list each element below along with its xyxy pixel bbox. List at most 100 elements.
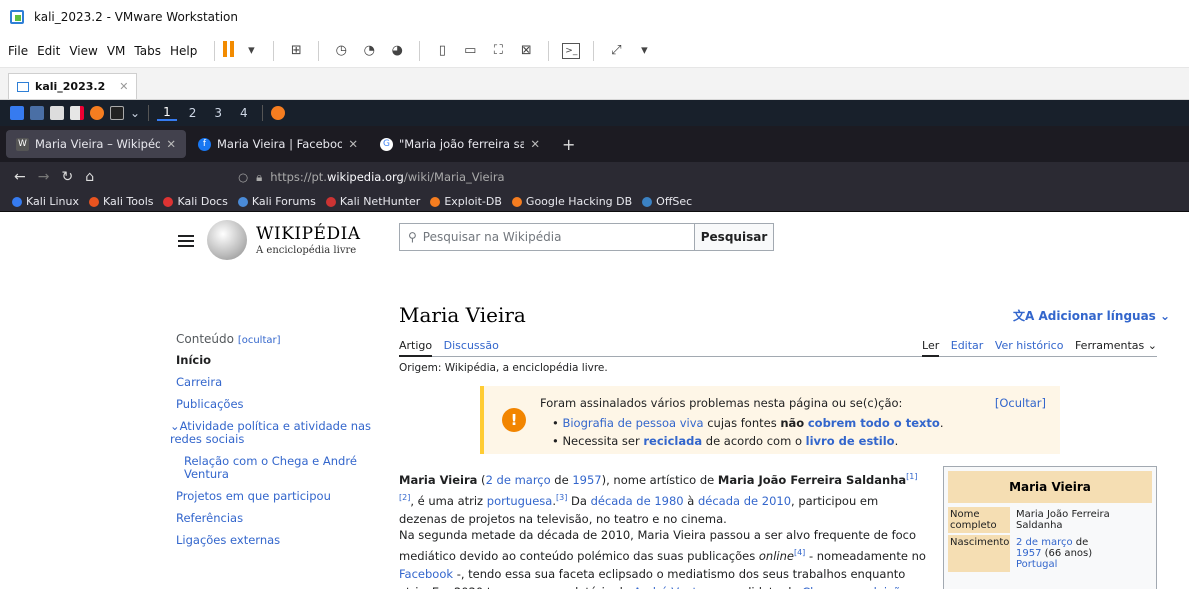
- text-editor-icon[interactable]: [70, 106, 84, 120]
- notice-title: Foram assinalados vários problemas nesta…: [540, 396, 903, 410]
- console-icon[interactable]: >_: [562, 42, 581, 59]
- bookmark-kali-nethunter[interactable]: Kali NetHunter: [325, 195, 420, 208]
- bookmark-offsec[interactable]: OffSec: [642, 195, 692, 208]
- pause-icon[interactable]: [223, 41, 237, 60]
- toc-header: Conteúdo [ocultar]: [176, 332, 281, 346]
- firefox-icon[interactable]: [90, 106, 104, 120]
- notice-item: • Necessita ser reciclada de acordo com …: [552, 434, 899, 448]
- main-menu-icon[interactable]: [178, 240, 194, 242]
- firefox-window-icon[interactable]: [270, 106, 285, 120]
- vmware-tab-strip: kali_2023.2 ✕: [0, 68, 1189, 100]
- tab-history[interactable]: Ver histórico: [995, 339, 1064, 352]
- sidebar-icon[interactable]: ▯: [433, 43, 451, 59]
- tab-title: Maria Vieira – Wikipédia, a: [35, 137, 161, 151]
- bookmark-kali-linux[interactable]: Kali Linux: [12, 195, 79, 208]
- lock-icon[interactable]: 🔒︎: [256, 170, 262, 185]
- toc-item[interactable]: Carreira: [176, 376, 376, 389]
- tab-title: Maria Vieira | Facebook: [217, 137, 343, 151]
- new-tab-icon[interactable]: +: [552, 135, 585, 154]
- bookmark-exploit-db[interactable]: Exploit-DB: [430, 195, 502, 208]
- infobox-value: 2 de março de 1957 (66 anos) Portugal: [1016, 537, 1093, 570]
- terminal-icon[interactable]: [110, 106, 124, 120]
- fullscreen-icon[interactable]: ⛶: [489, 43, 507, 59]
- divider: [214, 40, 216, 61]
- browser-tab-facebook[interactable]: f Maria Vieira | Facebook ✕: [188, 130, 368, 158]
- menu-help[interactable]: Help: [170, 44, 197, 58]
- page-title: Maria Vieira: [399, 303, 526, 327]
- toc-hide-link[interactable]: [ocultar]: [238, 335, 281, 346]
- divider: [261, 105, 263, 121]
- menu-view[interactable]: View: [69, 44, 97, 58]
- workspace-1[interactable]: 1: [157, 105, 177, 121]
- close-icon[interactable]: ✕: [119, 80, 128, 93]
- bookmark-kali-tools[interactable]: Kali Tools: [89, 195, 153, 208]
- forward-icon[interactable]: →: [38, 169, 50, 185]
- search-button[interactable]: Pesquisar: [694, 223, 774, 251]
- chevron-down-icon[interactable]: ⌄: [130, 106, 140, 120]
- bookmark-kali-forums[interactable]: Kali Forums: [237, 195, 316, 208]
- workspace-2[interactable]: 2: [183, 106, 203, 120]
- toc-subitem[interactable]: Relação com o Chega e André Ventura: [184, 455, 376, 481]
- notice-item: • Biografia de pessoa viva cujas fontes …: [552, 416, 944, 430]
- menu-tabs[interactable]: Tabs: [134, 44, 161, 58]
- tab-edit[interactable]: Editar: [951, 339, 984, 352]
- search-input[interactable]: ⚲ Pesquisar na Wikipédia: [399, 223, 695, 251]
- reload-icon[interactable]: ↻: [61, 169, 73, 185]
- toc-item-expandable[interactable]: ⌄Atividade política e atividade nas rede…: [170, 420, 376, 446]
- unity-icon[interactable]: ⊠: [517, 43, 535, 59]
- wikipedia-favicon-icon: W: [16, 137, 29, 151]
- bookmark-google-hacking-db[interactable]: Google Hacking DB: [511, 195, 632, 208]
- menu-edit[interactable]: Edit: [37, 44, 60, 58]
- vm-tab[interactable]: kali_2023.2 ✕: [8, 73, 138, 99]
- shield-icon[interactable]: ○: [238, 170, 248, 184]
- vmware-menubar: File Edit View VM Tabs Help ▾ ⊞ ◷ ◔ ◕ ▯ …: [0, 34, 1189, 68]
- revert-snapshot-icon[interactable]: ◔: [360, 43, 378, 59]
- file-manager-icon[interactable]: [50, 106, 64, 120]
- wikipedia-logo[interactable]: [207, 220, 247, 260]
- workspace-3[interactable]: 3: [208, 106, 228, 120]
- infobox: Maria Vieira Nome completo Maria João Fe…: [943, 466, 1157, 589]
- translate-icon: 文A: [1013, 309, 1035, 323]
- home-icon[interactable]: ⌂: [85, 169, 94, 185]
- send-ctrl-alt-del-icon[interactable]: ⊞: [287, 43, 305, 59]
- origin-note: Origem: Wikipédia, a enciclopédia livre.: [399, 362, 608, 374]
- toc-item[interactable]: Referências: [176, 512, 376, 525]
- stretch-icon[interactable]: ⤢: [607, 43, 625, 59]
- bookmark-kali-docs[interactable]: Kali Docs: [163, 195, 228, 208]
- url-bar[interactable]: ○ 🔒︎ https://pt.wikipedia.org/wiki/Maria…: [230, 165, 1189, 189]
- toc-item[interactable]: Ligações externas: [176, 534, 376, 547]
- close-icon[interactable]: ✕: [166, 137, 176, 151]
- page-tabs: Artigo Discussão Ler Editar Ver históric…: [399, 335, 1157, 357]
- tools-menu[interactable]: Ferramentas ⌄: [1075, 339, 1157, 352]
- desktop-icon[interactable]: [30, 106, 44, 120]
- divider: [318, 40, 320, 61]
- browser-tab-google[interactable]: G "Maria joão ferreira saldan ✕: [370, 130, 550, 158]
- chevron-down-icon[interactable]: ▾: [242, 43, 260, 59]
- infobox-value: Maria João Ferreira Saldanha: [1016, 509, 1110, 531]
- tab-article[interactable]: Artigo: [399, 339, 433, 357]
- back-icon[interactable]: ←: [14, 169, 26, 185]
- close-icon[interactable]: ✕: [348, 137, 358, 151]
- chevron-down-icon[interactable]: ▾: [635, 43, 653, 59]
- toc-item[interactable]: Publicações: [176, 398, 376, 411]
- thumbnail-icon[interactable]: ▭: [461, 43, 479, 59]
- wikipedia-wordmark[interactable]: WIKIPÉDIA: [256, 224, 361, 244]
- toc-item[interactable]: Início: [176, 354, 376, 367]
- toc-item[interactable]: Projetos em que participou: [176, 490, 376, 503]
- snapshot-icon[interactable]: ◷: [332, 43, 350, 59]
- kali-menu-icon[interactable]: [10, 106, 24, 120]
- menu-vm[interactable]: VM: [107, 44, 126, 58]
- notice-hide-link[interactable]: [Ocultar]: [995, 396, 1046, 410]
- firefox-tab-strip: W Maria Vieira – Wikipédia, a ✕ f Maria …: [0, 126, 1189, 162]
- add-languages-button[interactable]: 文A Adicionar línguas ⌄: [1013, 307, 1170, 324]
- warning-icon: !: [502, 408, 526, 432]
- tab-read[interactable]: Ler: [922, 339, 940, 357]
- menu-file[interactable]: File: [8, 44, 28, 58]
- snapshot-manager-icon[interactable]: ◕: [388, 43, 406, 59]
- close-icon[interactable]: ✕: [530, 137, 540, 151]
- divider: [419, 40, 421, 61]
- browser-tab-wikipedia[interactable]: W Maria Vieira – Wikipédia, a ✕: [6, 130, 186, 158]
- tab-discussion[interactable]: Discussão: [444, 339, 499, 352]
- chevron-down-icon[interactable]: ⌄: [170, 419, 180, 433]
- workspace-4[interactable]: 4: [234, 106, 254, 120]
